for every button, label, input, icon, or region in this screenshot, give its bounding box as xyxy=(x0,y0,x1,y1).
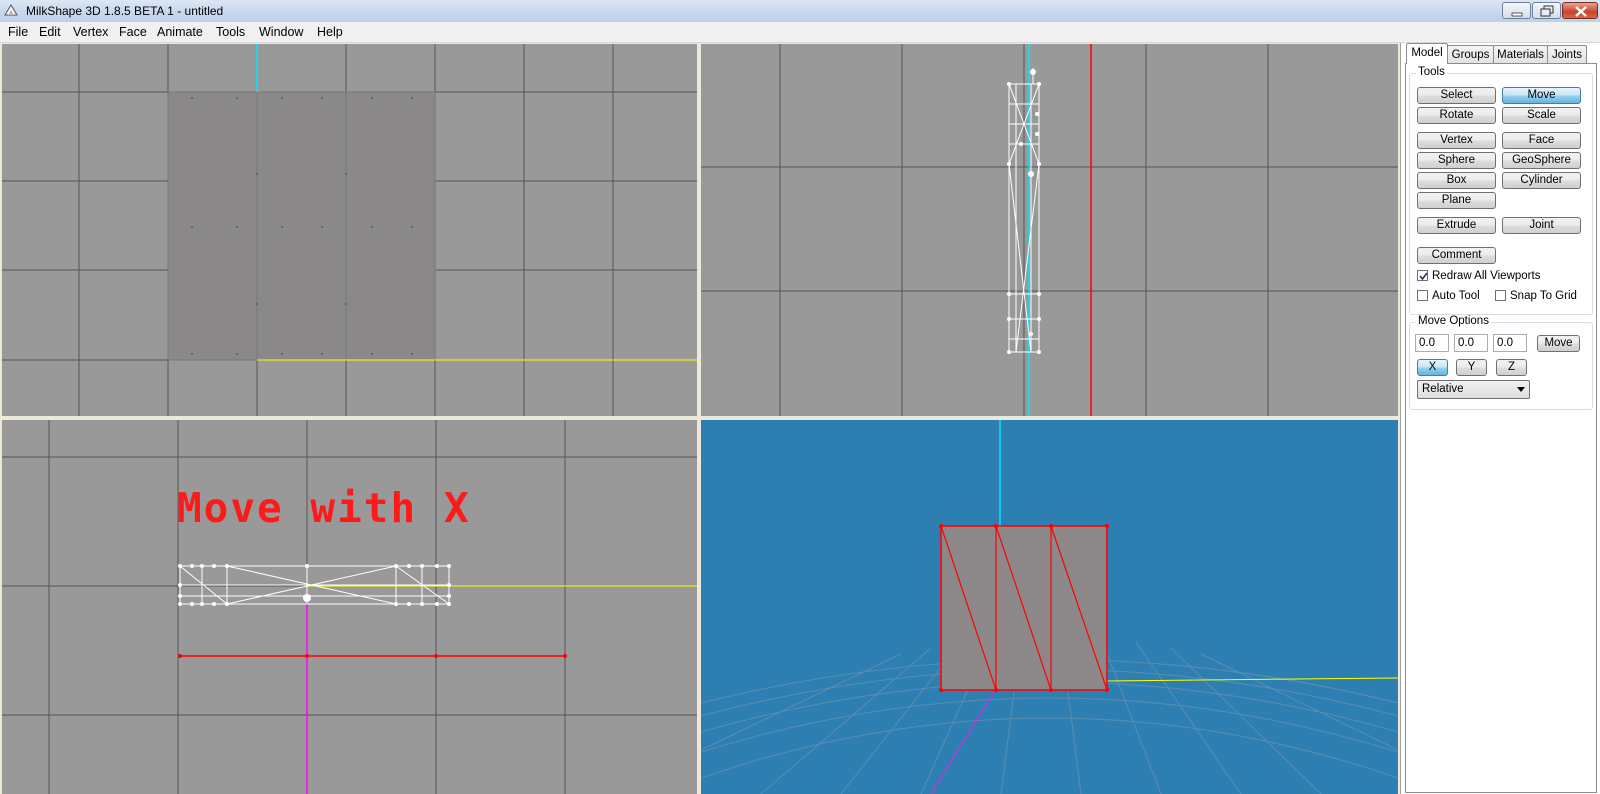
close-button[interactable] xyxy=(1562,2,1598,19)
apply-move-button[interactable]: Move xyxy=(1537,335,1580,352)
rotate-tool-button[interactable]: Rotate xyxy=(1417,107,1496,124)
menu-edit[interactable]: Edit xyxy=(39,24,61,40)
annotation-text: Move with X xyxy=(177,484,471,532)
snap-to-grid-checkbox[interactable]: Snap To Grid xyxy=(1495,289,1577,303)
select-tool-button[interactable]: Select xyxy=(1417,87,1496,104)
menu-help[interactable]: Help xyxy=(317,24,343,40)
restore-button[interactable] xyxy=(1532,2,1561,19)
menu-window[interactable]: Window xyxy=(259,24,303,40)
menu-file[interactable]: File xyxy=(8,24,28,40)
axis-z-toggle[interactable]: Z xyxy=(1496,359,1527,376)
move-z-input[interactable]: 0.0 xyxy=(1493,334,1527,352)
vertex-tool-button[interactable]: Vertex xyxy=(1417,132,1496,149)
auto-tool-checkbox[interactable]: Auto Tool xyxy=(1417,289,1480,303)
redraw-all-label: Redraw All Viewports xyxy=(1432,270,1541,282)
geosphere-tool-button[interactable]: GeoSphere xyxy=(1502,152,1581,169)
tab-groups[interactable]: Groups xyxy=(1447,45,1494,63)
restore-icon xyxy=(1540,5,1554,17)
move-options-group: Move Options 0.0 0.0 0.0 Move X Y Z Rela… xyxy=(1409,315,1593,410)
front-mesh-face xyxy=(167,91,436,361)
plane-tool-button[interactable]: Plane xyxy=(1417,192,1496,209)
top-view-canvas: Move with X xyxy=(2,420,697,794)
menu-face[interactable]: Face xyxy=(119,24,147,40)
axis-y-toggle[interactable]: Y xyxy=(1456,359,1487,376)
menu-bar: File Edit Vertex Face Animate Tools Wind… xyxy=(0,22,1600,43)
close-icon xyxy=(1575,6,1587,17)
move-mode-value: Relative xyxy=(1422,383,1464,395)
perspective-canvas xyxy=(701,420,1398,794)
minimize-button[interactable] xyxy=(1502,2,1531,19)
box-tool-button[interactable]: Box xyxy=(1417,172,1496,189)
menu-animate[interactable]: Animate xyxy=(157,24,203,40)
tools-group: Tools Select Move Rotate Scale Vertex Fa… xyxy=(1409,66,1593,315)
viewport-top[interactable]: Move with X xyxy=(2,420,697,794)
title-bar: MilkShape 3D 1.8.5 BETA 1 - untitled xyxy=(0,0,1600,23)
viewport-side[interactable] xyxy=(701,44,1398,416)
sphere-tool-button[interactable]: Sphere xyxy=(1417,152,1496,169)
front-view-canvas xyxy=(2,44,697,416)
menu-vertex[interactable]: Vertex xyxy=(73,24,108,40)
joint-tool-button[interactable]: Joint xyxy=(1502,217,1581,234)
model-tab-page: Tools Select Move Rotate Scale Vertex Fa… xyxy=(1405,63,1597,793)
move-options-title: Move Options xyxy=(1416,315,1491,327)
tab-model[interactable]: Model xyxy=(1406,43,1448,64)
chevron-down-icon xyxy=(1517,387,1525,392)
panel-tabs: Model Groups Materials Joints xyxy=(1406,43,1596,64)
comment-button[interactable]: Comment xyxy=(1417,247,1496,264)
move-x-input[interactable]: 0.0 xyxy=(1415,334,1449,352)
viewport-3d[interactable] xyxy=(701,420,1398,794)
checkbox-icon xyxy=(1417,290,1428,301)
move-mode-select[interactable]: Relative xyxy=(1417,380,1530,399)
menu-tools[interactable]: Tools xyxy=(216,24,245,40)
move-y-input[interactable]: 0.0 xyxy=(1454,334,1488,352)
app-icon xyxy=(4,4,18,17)
side-view-canvas xyxy=(701,44,1398,416)
properties-panel: Model Groups Materials Joints Tools Sele… xyxy=(1400,43,1600,794)
redraw-all-checkbox[interactable]: Redraw All Viewports xyxy=(1417,269,1540,283)
snap-to-grid-label: Snap To Grid xyxy=(1510,290,1577,302)
window-title: MilkShape 3D 1.8.5 BETA 1 - untitled xyxy=(26,4,224,18)
axis-x-toggle[interactable]: X xyxy=(1417,359,1448,376)
extrude-tool-button[interactable]: Extrude xyxy=(1417,217,1496,234)
minimize-icon xyxy=(1511,12,1523,17)
tools-group-title: Tools xyxy=(1416,66,1447,78)
scale-tool-button[interactable]: Scale xyxy=(1502,107,1581,124)
checkbox-icon xyxy=(1495,290,1506,301)
viewport-front[interactable] xyxy=(2,44,697,416)
checkbox-checked-icon xyxy=(1417,270,1428,281)
auto-tool-label: Auto Tool xyxy=(1432,290,1480,302)
cylinder-tool-button[interactable]: Cylinder xyxy=(1502,172,1581,189)
top-wireframe xyxy=(179,565,450,605)
tab-materials[interactable]: Materials xyxy=(1493,45,1548,63)
tab-joints[interactable]: Joints xyxy=(1547,45,1587,63)
face-tool-button[interactable]: Face xyxy=(1502,132,1581,149)
move-tool-button[interactable]: Move xyxy=(1502,87,1581,104)
axis-z-line xyxy=(930,689,996,794)
